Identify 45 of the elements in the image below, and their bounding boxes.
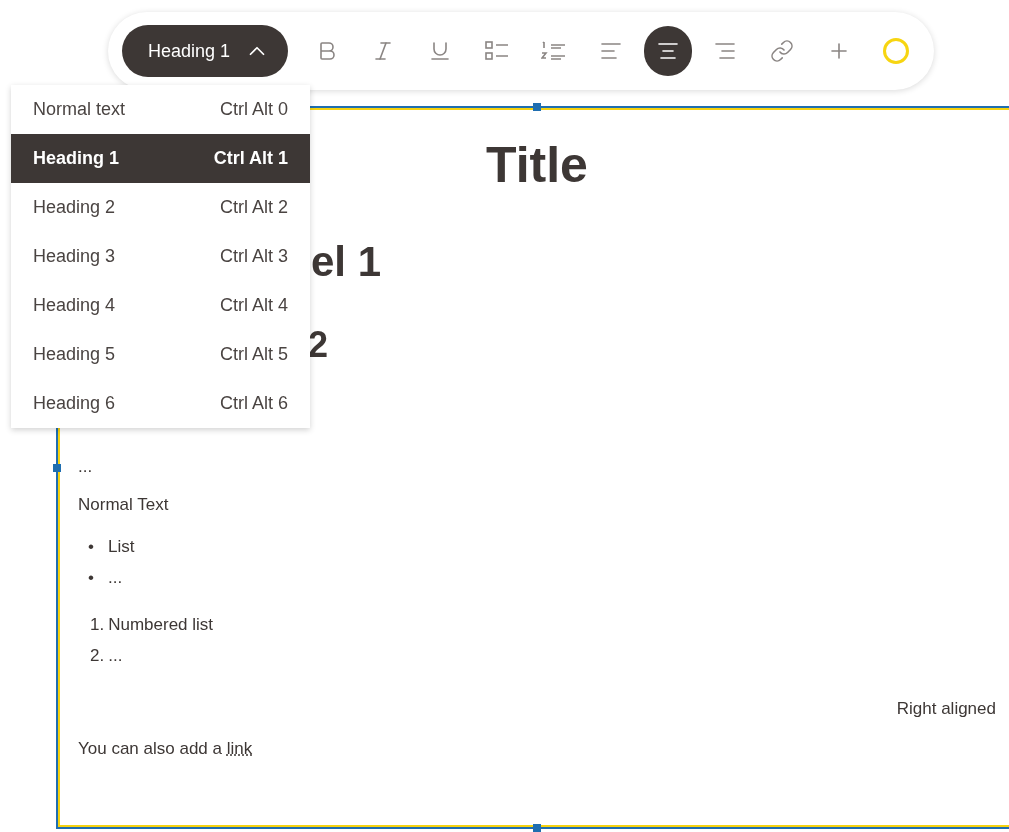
shortcut-text: Ctrl Alt 4 bbox=[219, 295, 288, 316]
shortcut-text: Ctrl Alt 2 bbox=[219, 197, 288, 218]
list-item-text: ... bbox=[108, 646, 123, 665]
list-item-text: List bbox=[107, 537, 135, 556]
document-title: Title bbox=[486, 136, 588, 195]
align-center-button[interactable] bbox=[643, 26, 693, 76]
numbered-list-icon bbox=[541, 40, 568, 62]
menu-item-label: Heading 2 bbox=[33, 197, 116, 218]
shortcut-text: Ctrl Alt 0 bbox=[219, 99, 288, 120]
list-item-text: Numbered list bbox=[108, 615, 214, 634]
paragraph-text: ... bbox=[78, 457, 93, 476]
heading-text: 2 bbox=[308, 324, 329, 365]
link-icon bbox=[769, 39, 794, 63]
menu-item-label: Heading 1 bbox=[33, 148, 120, 169]
menu-item[interactable]: Heading 4 Ctrl Alt 4 bbox=[11, 281, 310, 330]
bullet-marker: • bbox=[88, 537, 94, 556]
heading-text: el 1 bbox=[311, 238, 382, 285]
paragraph-text: Right aligned bbox=[896, 699, 996, 718]
menu-item[interactable]: Heading 3 Ctrl Alt 3 bbox=[11, 232, 310, 281]
menu-item-label: Normal text bbox=[33, 99, 126, 120]
menu-item[interactable]: Heading 6 Ctrl Alt 6 bbox=[11, 379, 310, 428]
text-style-dropdown[interactable]: Heading 1 bbox=[122, 25, 289, 77]
resize-handle[interactable] bbox=[533, 824, 541, 832]
menu-item-label: Heading 6 bbox=[33, 393, 116, 414]
menu-item-label: Heading 4 bbox=[33, 295, 116, 316]
menu-item[interactable]: Heading 1 Ctrl Alt 1 bbox=[11, 134, 310, 183]
menu-item[interactable]: Heading 2 Ctrl Alt 2 bbox=[11, 183, 310, 232]
shortcut-text: Ctrl Alt 5 bbox=[219, 344, 288, 365]
shortcut-text: Ctrl Alt 6 bbox=[219, 393, 288, 414]
link[interactable]: link bbox=[226, 739, 253, 758]
shortcut-text: Ctrl Alt 3 bbox=[219, 246, 288, 267]
list-number: 1. bbox=[90, 615, 105, 634]
list-number: 2. bbox=[90, 646, 105, 665]
list-item-text: ... bbox=[107, 568, 123, 587]
bullet-list-icon bbox=[484, 40, 511, 62]
resize-handle[interactable] bbox=[533, 103, 541, 111]
paragraph-text: Normal Text bbox=[78, 495, 169, 514]
paragraph-text: You can also add a link bbox=[78, 739, 253, 758]
resize-handle[interactable] bbox=[53, 464, 61, 472]
menu-item-label: Heading 3 bbox=[33, 246, 116, 267]
shortcut-text: Ctrl Alt 1 bbox=[213, 148, 288, 169]
menu-item[interactable]: Normal text Ctrl Alt 0 bbox=[11, 85, 310, 134]
menu-item-label: Heading 5 bbox=[33, 344, 116, 365]
bullet-marker: • bbox=[88, 568, 94, 587]
menu-item[interactable]: Heading 5 Ctrl Alt 5 bbox=[11, 330, 310, 379]
